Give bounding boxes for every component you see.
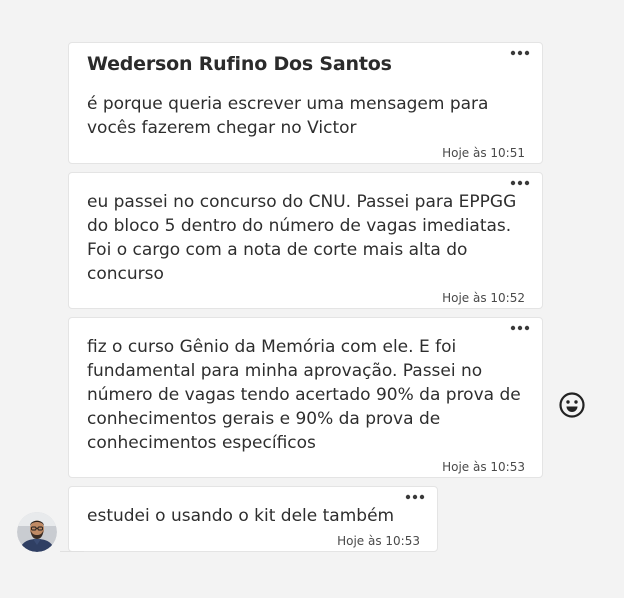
message-text: estudei o usando o kit dele também bbox=[87, 506, 395, 526]
more-options-icon[interactable] bbox=[405, 494, 425, 500]
more-options-icon[interactable] bbox=[510, 50, 530, 56]
message-time: Hoje às 10:52 bbox=[442, 291, 525, 305]
more-options-icon[interactable] bbox=[510, 180, 530, 186]
message-text: é porque queria escrever uma mensagem pa… bbox=[87, 94, 489, 138]
message-text: fiz o curso Gênio da Memória com ele. E … bbox=[87, 337, 521, 453]
message-bubble: eu passei no concurso do CNU. Passei par… bbox=[68, 172, 543, 309]
message-time: Hoje às 10:51 bbox=[442, 146, 525, 160]
message-bubble: Wederson Rufino Dos Santos é porque quer… bbox=[68, 42, 543, 164]
sender-name: Wederson Rufino Dos Santos bbox=[87, 53, 392, 75]
more-options-icon[interactable] bbox=[510, 325, 530, 331]
smiley-emoji-icon[interactable] bbox=[558, 391, 586, 419]
message-text: eu passei no concurso do CNU. Passei par… bbox=[87, 192, 517, 284]
message-bubble: fiz o curso Gênio da Memória com ele. E … bbox=[68, 317, 543, 478]
divider bbox=[60, 551, 84, 552]
message-time: Hoje às 10:53 bbox=[337, 534, 420, 548]
user-avatar[interactable] bbox=[17, 512, 57, 552]
message-time: Hoje às 10:53 bbox=[442, 460, 525, 474]
chat-thread: Wederson Rufino Dos Santos é porque quer… bbox=[0, 0, 624, 598]
message-bubble: estudei o usando o kit dele também Hoje … bbox=[68, 486, 438, 552]
